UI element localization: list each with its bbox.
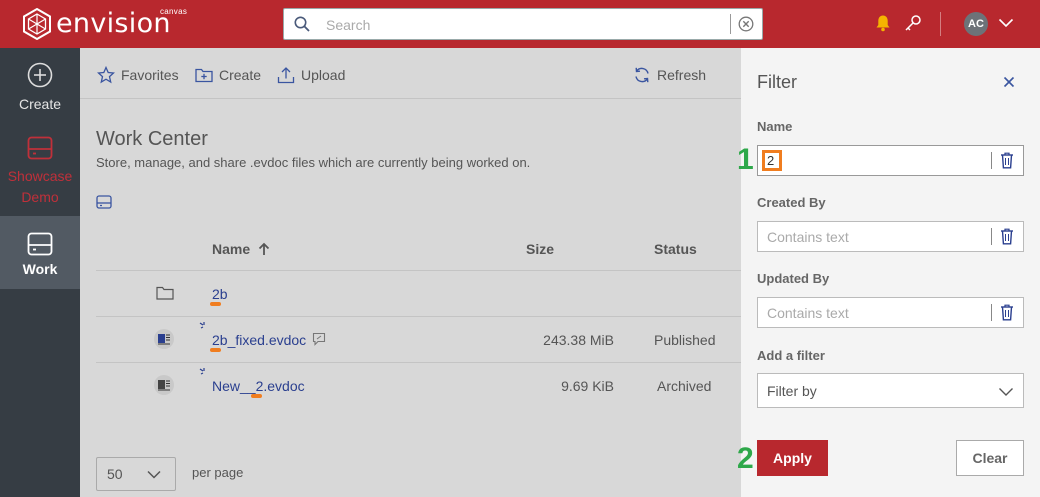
nav-label-create: Create [18,96,62,112]
star-icon [97,66,115,84]
evdoc-file-icon [154,375,174,395]
name-filter-field[interactable]: 2 [757,145,1024,176]
file-status: Published [654,332,716,348]
work-center-panel: Favorites Create Upload Refresh Work Cen… [80,48,741,497]
updated-by-field[interactable] [757,297,1024,328]
search-input[interactable] [326,15,716,35]
filter-panel: Filter Name 2 Created By Updated By [741,48,1040,497]
field-divider [991,304,992,321]
column-header-name[interactable]: Name [212,241,270,257]
plus-circle-icon [27,62,53,88]
envision-logo[interactable]: envision canvas [22,7,187,41]
step-marker-1: 1 [737,143,754,176]
field-divider [991,228,992,245]
envision-logo-icon [23,8,51,40]
match-highlight [210,348,221,352]
column-name-label: Name [212,241,251,257]
column-header-status[interactable]: Status [654,241,697,257]
left-nav: Create Showcase Demo Work [0,48,80,497]
topbar-divider [940,12,941,36]
search-box [283,8,763,40]
column-header-size[interactable]: Size [526,241,554,257]
search-divider [730,14,731,34]
favorites-label: Favorites [121,67,179,83]
refresh-label: Refresh [657,67,707,83]
trash-icon[interactable] [1000,152,1014,169]
clear-search-icon[interactable] [738,16,754,32]
nav-item-create[interactable]: Create [0,62,80,122]
upload-button[interactable]: Upload [277,65,345,85]
updated-by-label: Updated By [757,271,830,286]
step-marker-2: 2 [737,442,754,475]
file-name[interactable]: New__2.evdoc [212,378,305,394]
processing-spark-icon [199,322,205,329]
filter-title: Filter [757,72,797,92]
file-name[interactable]: 2b [212,286,228,302]
search-icon [294,16,310,32]
file-name[interactable]: 2b_fixed.evdoc [212,332,306,348]
file-status: Archived [657,378,712,394]
created-by-input[interactable] [767,228,987,246]
per-page-label: per page [192,465,244,480]
drive-view-icon[interactable] [96,194,112,210]
match-highlight [210,302,221,306]
favorites-button[interactable]: Favorites [97,65,179,85]
table-row[interactable]: New__2.evdoc 9.69 KiB Archived [96,363,741,409]
page-size-value: 50 [107,466,123,482]
drive-icon [27,232,53,256]
folder-icon [156,286,174,300]
file-size: 9.69 KiB [561,378,614,394]
name-filter-input[interactable]: 2 [762,150,782,171]
comment-icon[interactable] [312,332,326,346]
close-icon[interactable] [1003,76,1015,88]
refresh-button[interactable]: Refresh [633,65,706,85]
key-icon[interactable] [904,14,922,32]
upload-icon [277,67,295,84]
apply-button[interactable]: Apply [757,440,828,476]
add-folder-icon [195,68,213,83]
nav-label-showcase-demo: Showcase Demo [7,168,73,205]
chevron-down-icon [147,470,161,479]
trash-icon[interactable] [1000,228,1014,245]
create-button[interactable]: Create [195,65,261,85]
table-row[interactable]: 2b [96,271,741,317]
notification-bell-icon[interactable] [875,14,891,32]
nav-item-work[interactable]: Work [0,216,80,289]
avatar[interactable]: AC [964,12,988,36]
field-divider [991,152,992,169]
top-bar: envision canvas AC [0,0,1040,48]
page-subtitle: Store, manage, and share .evdoc files wh… [96,155,531,170]
chevron-down-icon [999,388,1013,396]
created-by-field[interactable] [757,221,1024,252]
file-size: 243.38 MiB [543,332,614,348]
toolbar: Favorites Create Upload Refresh [80,48,741,99]
sort-ascending-icon [259,242,270,255]
nav-label-work: Work [22,261,58,277]
created-by-label: Created By [757,195,826,210]
match-highlight [251,394,262,398]
updated-by-input[interactable] [767,304,987,322]
page-size-select[interactable]: 50 [96,457,176,491]
app-sub: canvas [160,7,188,16]
evdoc-file-icon [154,329,174,349]
app-name: envision [56,7,171,39]
filter-by-select[interactable]: Filter by [757,373,1024,408]
add-filter-label: Add a filter [757,348,825,363]
chevron-down-icon[interactable] [998,18,1014,28]
table-row[interactable]: 2b_fixed.evdoc 243.38 MiB Published [96,317,741,363]
refresh-icon [635,67,649,83]
create-label: Create [219,67,262,83]
trash-icon[interactable] [1000,304,1014,321]
processing-spark-icon [199,368,205,375]
nav-item-showcase-demo[interactable]: Showcase Demo [0,136,80,216]
upload-label: Upload [301,67,346,83]
clear-button[interactable]: Clear [956,440,1024,476]
page-title: Work Center [96,128,208,150]
drive-icon [27,136,53,160]
filter-by-value: Filter by [767,383,817,399]
name-filter-label: Name [757,119,793,134]
